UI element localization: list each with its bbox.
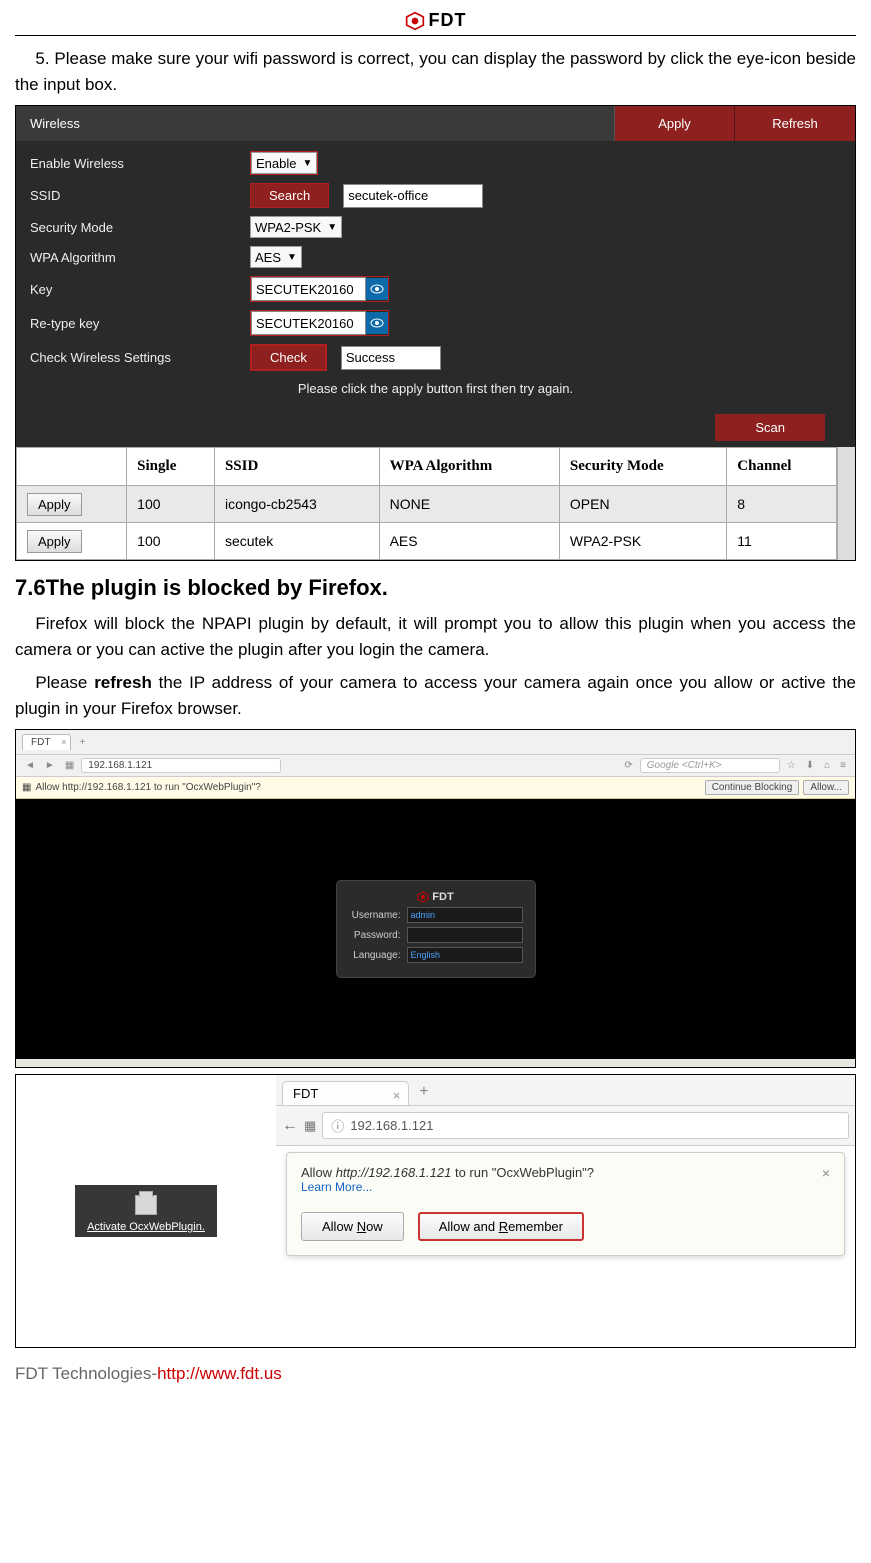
paragraph-2: Please refresh the IP address of your ca… [15, 670, 856, 721]
plugin-permission-bar: ▦ Allow http://192.168.1.121 to run "Ocx… [16, 777, 855, 799]
intro-paragraph: 5. Please make sure your wifi password i… [15, 46, 856, 97]
plugin-icon[interactable]: ▦ [304, 1118, 316, 1134]
wpa-algorithm-label: WPA Algorithm [30, 250, 250, 265]
key-label: Key [30, 282, 250, 297]
new-tab-button[interactable]: + [75, 737, 89, 748]
new-tab-button[interactable]: + [409, 1079, 438, 1105]
username-input[interactable]: admin [407, 907, 523, 923]
plugin-lego-icon [135, 1195, 157, 1215]
enable-wireless-select[interactable]: Enable ▼ [251, 152, 317, 174]
col-apply [17, 448, 127, 486]
col-channel: Channel [727, 448, 837, 486]
eye-icon[interactable] [366, 312, 388, 334]
security-mode-label: Security Mode [30, 220, 250, 235]
password-input[interactable] [407, 927, 523, 943]
close-icon[interactable]: × [393, 1088, 401, 1103]
back-icon[interactable]: ◄ [22, 760, 38, 771]
page-header: FDT [15, 10, 856, 36]
allow-now-button[interactable]: Allow Now [301, 1212, 404, 1241]
allow-button[interactable]: Allow... [803, 780, 849, 795]
brand-logo: FDT [405, 10, 467, 31]
close-icon[interactable]: × [822, 1165, 830, 1181]
browser-tab[interactable]: FDT × [22, 734, 71, 750]
plugin-icon: ▦ [22, 782, 31, 793]
browser-tab[interactable]: FDT × [282, 1081, 409, 1105]
logo-mark-icon [417, 891, 429, 903]
col-wpa: WPA Algorithm [379, 448, 559, 486]
activate-plugin-screenshot: Activate OcxWebPlugin. FDT × + ← ▦ ⓘ 192… [15, 1074, 856, 1348]
ssid-input[interactable]: secutek-office [343, 184, 483, 208]
allow-and-remember-button[interactable]: Allow and Remember [418, 1212, 584, 1241]
logo-mark-icon [405, 11, 425, 31]
chevron-down-icon: ▼ [302, 158, 312, 169]
address-bar[interactable]: 192.168.1.121 [81, 758, 281, 773]
camera-login-box: FDT Username:admin Password: Language:En… [336, 880, 536, 978]
continue-blocking-button[interactable]: Continue Blocking [705, 780, 800, 795]
close-icon[interactable]: × [61, 737, 66, 747]
eye-icon[interactable] [366, 278, 388, 300]
brand-text: FDT [429, 10, 467, 31]
ssid-label: SSID [30, 188, 250, 203]
key-input[interactable]: SECUTEK20160 [251, 277, 366, 301]
row-apply-button[interactable]: Apply [27, 530, 82, 553]
plugin-icon[interactable]: ▦ [62, 760, 77, 771]
permission-message: Allow http://192.168.1.121 to run "OcxWe… [35, 782, 260, 793]
popup-message: Allow http://192.168.1.121 to run "OcxWe… [301, 1165, 594, 1180]
reload-icon[interactable]: ⟳ [621, 760, 635, 771]
security-mode-select[interactable]: WPA2-PSK ▼ [250, 216, 342, 238]
wireless-settings-screenshot: Wireless Apply Refresh Enable Wireless E… [15, 105, 856, 561]
menu-icon[interactable]: ≡ [837, 760, 849, 771]
search-box[interactable]: Google <Ctrl+K> [640, 758, 780, 773]
plugin-allow-popup: Allow http://192.168.1.121 to run "OcxWe… [286, 1152, 845, 1256]
retype-key-label: Re-type key [30, 316, 250, 331]
retype-key-input[interactable]: SECUTEK20160 [251, 311, 366, 335]
forward-icon[interactable]: ► [42, 760, 58, 771]
chevron-down-icon: ▼ [327, 222, 337, 233]
search-button[interactable]: Search [250, 183, 329, 208]
col-security: Security Mode [559, 448, 726, 486]
scan-button[interactable]: Scan [715, 414, 825, 441]
col-single: Single [127, 448, 215, 486]
page-footer: FDT Technologies-http://www.fdt.us [15, 1364, 856, 1384]
download-icon[interactable]: ⬇ [803, 760, 817, 771]
col-ssid: SSID [214, 448, 379, 486]
address-bar[interactable]: ⓘ 192.168.1.121 [322, 1112, 849, 1139]
footer-link[interactable]: http://www.fdt.us [157, 1364, 282, 1383]
enable-wireless-label: Enable Wireless [30, 156, 250, 171]
wpa-algorithm-select[interactable]: AES ▼ [250, 246, 302, 268]
paragraph-1: Firefox will block the NPAPI plugin by d… [15, 611, 856, 662]
table-row: Apply 100 secutek AES WPA2-PSK 11 [17, 523, 837, 560]
check-button[interactable]: Check [251, 345, 326, 370]
language-select[interactable]: English [407, 947, 523, 963]
activate-plugin-tile[interactable]: Activate OcxWebPlugin. [75, 1185, 217, 1237]
refresh-button[interactable]: Refresh [735, 106, 855, 141]
learn-more-link[interactable]: Learn More... [301, 1180, 594, 1194]
check-settings-label: Check Wireless Settings [30, 350, 250, 365]
panel-title: Wireless [16, 106, 615, 141]
wifi-scan-table: Single SSID WPA Algorithm Security Mode … [16, 447, 837, 560]
apply-button[interactable]: Apply [615, 106, 735, 141]
hint-text: Please click the apply button first then… [16, 375, 855, 410]
home-icon[interactable]: ⌂ [821, 760, 833, 771]
firefox-plugin-prompt-screenshot: FDT × + ◄ ► ▦ 192.168.1.121 ⟳ Google <Ct… [15, 729, 856, 1068]
row-apply-button[interactable]: Apply [27, 493, 82, 516]
bookmark-icon[interactable]: ☆ [784, 760, 799, 771]
back-icon[interactable]: ← [282, 1117, 298, 1135]
info-icon: ⓘ [331, 1116, 344, 1135]
chevron-down-icon: ▼ [287, 252, 297, 263]
check-status: Success [341, 346, 441, 370]
section-heading: 7.6The plugin is blocked by Firefox. [15, 575, 856, 601]
table-row: Apply 100 icongo-cb2543 NONE OPEN 8 [17, 486, 837, 523]
scrollbar[interactable] [837, 447, 855, 560]
